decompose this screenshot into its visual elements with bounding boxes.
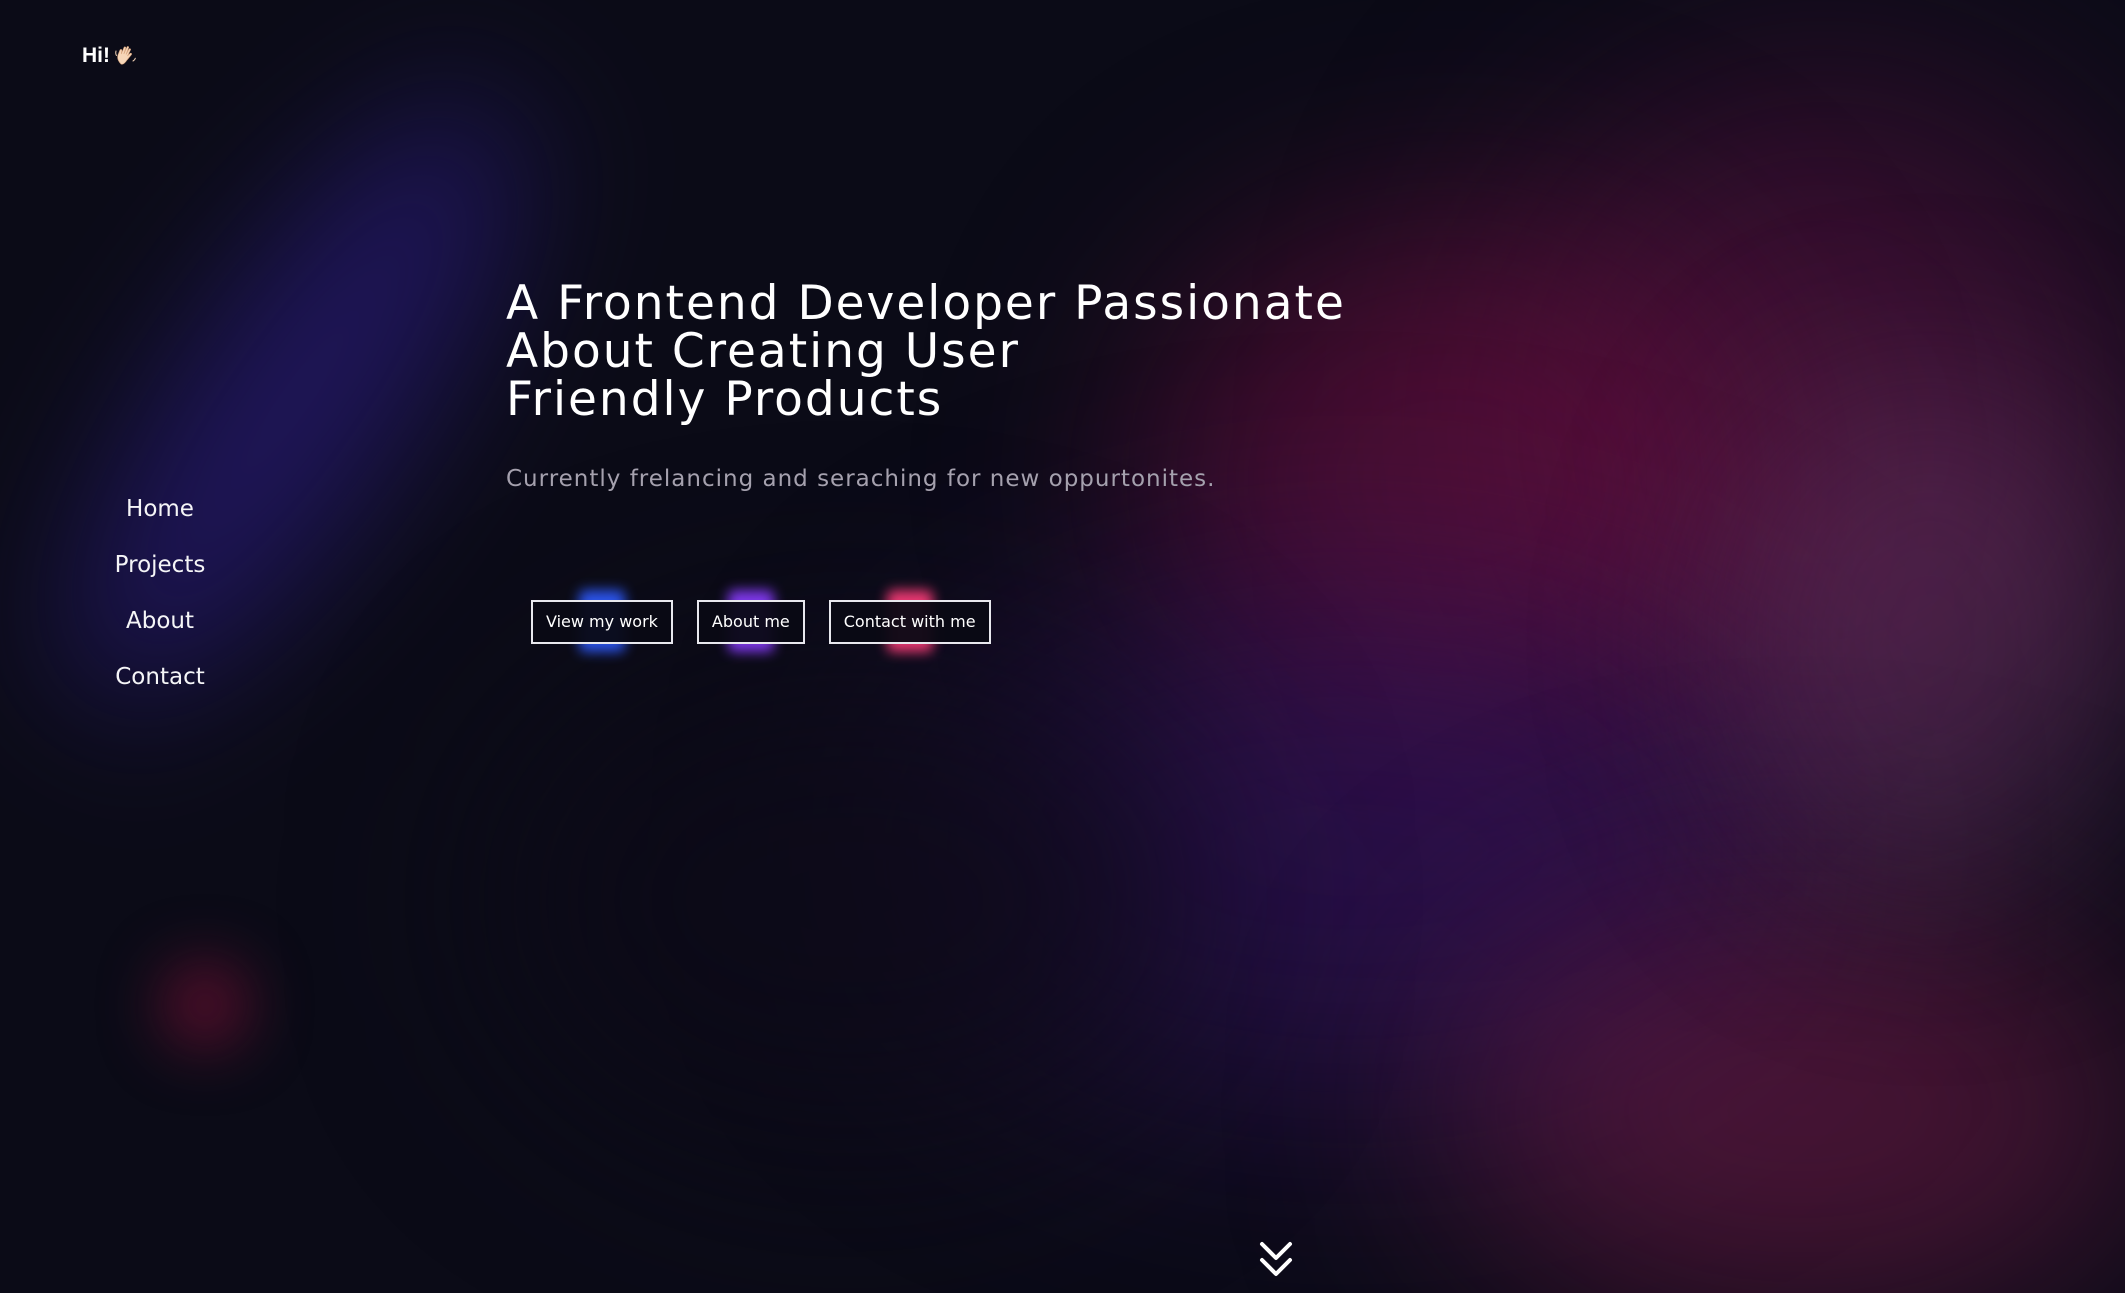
- sidebar-nav: Home Projects About Contact: [60, 488, 260, 712]
- background-blob: [1720, 380, 2125, 900]
- nav-item-home[interactable]: Home: [126, 488, 194, 544]
- logo-text: Hi!: [82, 44, 110, 67]
- contact-button[interactable]: Contact with me: [828, 600, 991, 644]
- hero-section: A Frontend Developer Passionate About Cr…: [506, 280, 1406, 493]
- view-work-button[interactable]: View my work: [531, 600, 673, 644]
- background-blob: [900, 600, 1800, 1100]
- view-work-button-wrapper: View my work: [531, 590, 673, 652]
- hero-title: A Frontend Developer Passionate About Cr…: [506, 280, 1406, 424]
- gradient-background: [0, 0, 2125, 1293]
- scroll-down-button[interactable]: [1258, 1240, 1294, 1280]
- nav-item-contact[interactable]: Contact: [115, 656, 204, 712]
- hero-title-line: A Frontend Developer Passionate: [506, 276, 1346, 331]
- background-blob: [500, 650, 1200, 1150]
- nav-item-about[interactable]: About: [126, 600, 194, 656]
- about-me-button-wrapper: About me: [696, 590, 805, 652]
- waving-hand-icon: [115, 46, 136, 65]
- contact-button-wrapper: Contact with me: [828, 590, 991, 652]
- hero-title-line: Friendly Products: [506, 372, 944, 427]
- background-blob: [1450, 900, 2125, 1293]
- cta-buttons: View my work About me Contact with me: [531, 590, 991, 652]
- double-chevron-down-icon: [1260, 1242, 1292, 1276]
- logo[interactable]: Hi!: [82, 44, 138, 68]
- hero-subtitle: Currently frelancing and seraching for n…: [506, 466, 1216, 492]
- background-blob: [160, 960, 250, 1050]
- background-blob: [1500, 80, 2125, 780]
- about-me-button[interactable]: About me: [696, 600, 805, 644]
- landing-page: Hi! Home Projects About Contact A Fronte…: [0, 0, 2125, 1293]
- nav-item-projects[interactable]: Projects: [115, 544, 206, 600]
- hero-title-line: About Creating User: [506, 324, 1020, 379]
